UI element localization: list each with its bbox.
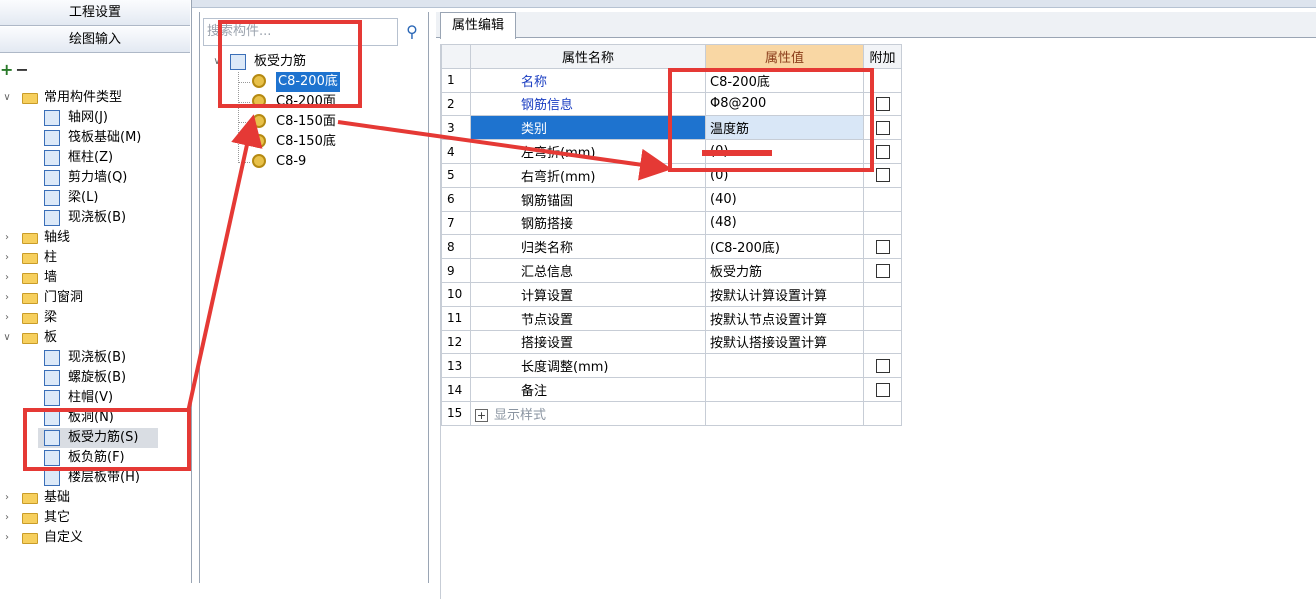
arrow-tree-to-component — [186, 114, 263, 413]
arrow-component-to-value — [337, 120, 672, 181]
annotation-arrows — [186, 114, 672, 413]
